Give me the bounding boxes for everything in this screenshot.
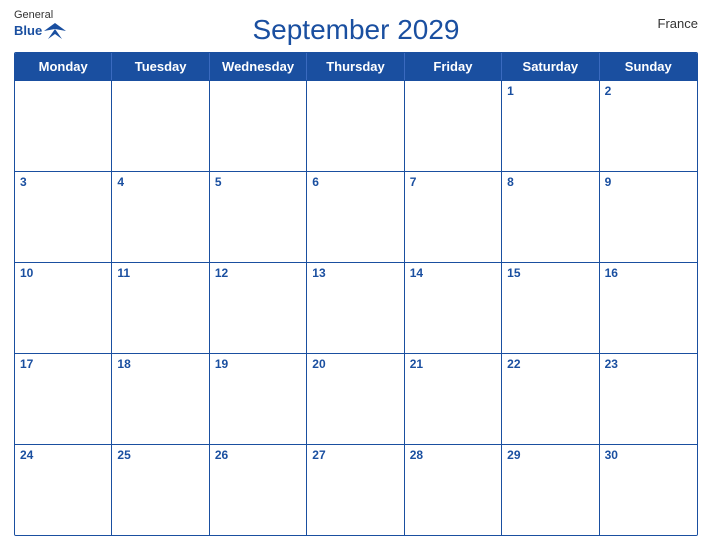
day-number: 12 [215,266,301,282]
day-number: 16 [605,266,692,282]
calendar-cell: 22 [502,354,599,444]
calendar-cell: 30 [600,445,697,535]
day-number: 20 [312,357,398,373]
calendar-week-1: 12 [15,80,697,171]
logo: General Blue [14,10,66,39]
calendar-cell: 7 [405,172,502,262]
calendar-week-3: 10 11 12 13 14 15 16 [15,262,697,353]
day-number: 13 [312,266,398,282]
day-number: 7 [410,175,496,191]
calendar-cell: 15 [502,263,599,353]
calendar-cell: 25 [112,445,209,535]
day-number: 26 [215,448,301,464]
calendar-cell: 5 [210,172,307,262]
weekday-header-tuesday: Tuesday [112,53,209,80]
calendar-body: 1234567891011121314151617181920212223242… [15,80,697,535]
calendar-grid: MondayTuesdayWednesdayThursdayFridaySatu… [14,52,698,536]
calendar-cell: 28 [405,445,502,535]
day-number: 10 [20,266,106,282]
day-number: 18 [117,357,203,373]
day-number: 19 [215,357,301,373]
day-number: 27 [312,448,398,464]
calendar-cell: 6 [307,172,404,262]
weekday-header-saturday: Saturday [502,53,599,80]
logo-bird-icon [44,21,66,39]
day-number: 21 [410,357,496,373]
day-number: 14 [410,266,496,282]
day-number: 11 [117,266,203,282]
day-number: 2 [605,84,692,100]
day-number: 5 [215,175,301,191]
calendar-cell [112,81,209,171]
weekday-header-friday: Friday [405,53,502,80]
calendar-cell: 23 [600,354,697,444]
calendar-cell: 29 [502,445,599,535]
weekday-header-thursday: Thursday [307,53,404,80]
calendar-week-4: 17 18 19 20 21 22 23 [15,353,697,444]
calendar-cell: 11 [112,263,209,353]
logo-blue: Blue [14,24,42,37]
calendar-cell: 13 [307,263,404,353]
calendar-cell [210,81,307,171]
weekday-header-wednesday: Wednesday [210,53,307,80]
calendar-cell: 17 [15,354,112,444]
day-number: 6 [312,175,398,191]
country-label: France [658,16,698,31]
page-title: September 2029 [252,14,459,46]
calendar-weekday-header: MondayTuesdayWednesdayThursdayFridaySatu… [15,53,697,80]
calendar-cell [307,81,404,171]
calendar-week-2: 3456789 [15,171,697,262]
calendar-header: General Blue September 2029 France [14,10,698,52]
day-number: 22 [507,357,593,373]
day-number: 3 [20,175,106,191]
day-number: 17 [20,357,106,373]
day-number: 29 [507,448,593,464]
day-number: 1 [507,84,593,100]
calendar-cell: 1 [502,81,599,171]
calendar-cell: 10 [15,263,112,353]
calendar-cell: 3 [15,172,112,262]
day-number: 9 [605,175,692,191]
calendar-cell: 20 [307,354,404,444]
calendar-cell: 19 [210,354,307,444]
day-number: 23 [605,357,692,373]
day-number: 15 [507,266,593,282]
day-number: 25 [117,448,203,464]
day-number: 30 [605,448,692,464]
logo-general: General [14,10,66,21]
weekday-header-sunday: Sunday [600,53,697,80]
calendar-cell: 27 [307,445,404,535]
calendar-cell: 9 [600,172,697,262]
calendar-cell: 4 [112,172,209,262]
day-number: 24 [20,448,106,464]
day-number: 28 [410,448,496,464]
calendar-cell: 24 [15,445,112,535]
calendar-week-5: 24 25 26 27 28 29 30 [15,444,697,535]
calendar-page: General Blue September 2029 France Monda… [0,0,712,550]
calendar-cell: 21 [405,354,502,444]
calendar-cell: 26 [210,445,307,535]
calendar-cell [15,81,112,171]
calendar-cell [405,81,502,171]
calendar-cell: 18 [112,354,209,444]
day-number: 4 [117,175,203,191]
calendar-cell: 16 [600,263,697,353]
calendar-cell: 12 [210,263,307,353]
calendar-cell: 2 [600,81,697,171]
day-number: 8 [507,175,593,191]
calendar-cell: 14 [405,263,502,353]
weekday-header-monday: Monday [15,53,112,80]
calendar-cell: 8 [502,172,599,262]
